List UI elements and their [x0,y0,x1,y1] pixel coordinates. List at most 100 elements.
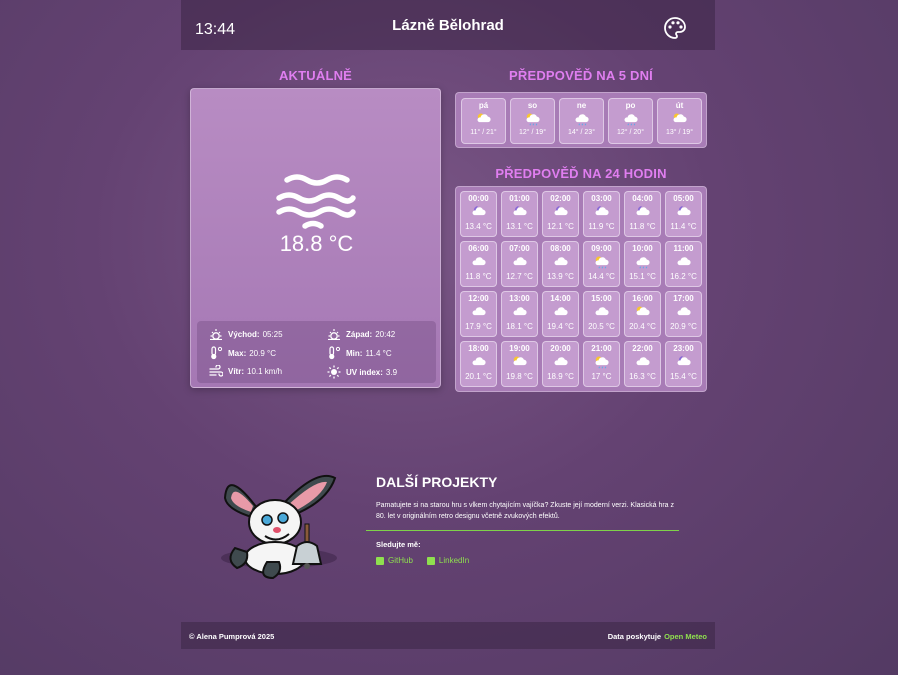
hour-time: 21:00 [591,344,612,353]
linkedin-label: LinkedIn [438,556,470,565]
hour-card: 13:00 18.1 °C [501,291,538,337]
hour-temp: 14.4 °C [588,272,615,281]
cloud-icon [513,307,527,316]
hour-temp: 13.9 °C [547,272,574,281]
hour-temp: 17.9 °C [465,322,492,331]
day-name: ne [576,101,587,110]
header: 13:44 Lázně Bělohrad [181,0,715,50]
hour-temp: 20.1 °C [465,372,492,381]
current-time: 13:44 [195,21,236,38]
hour-time: 17:00 [673,294,694,303]
forecast-24-hours: 00:00 13.4 °C 01:00 13.1 °C 02:00 12.1 °C 03:0… [455,186,707,392]
city-name: Lázně Bělohrad [392,16,504,34]
hour-time: 02:00 [550,194,571,203]
open-meteo-link[interactable]: Open Meteo [664,632,707,641]
hour-card: 14:00 19.4 °C [542,291,579,337]
hour-time: 04:00 [632,194,653,203]
day-card: pá 11° / 21° [461,98,506,144]
current-temperature: 18.8 °C [279,231,354,256]
linkedin-link[interactable]: LinkedIn [426,556,470,565]
day-name: po [625,101,636,110]
cloud-icon [513,257,527,266]
day-range: 12° / 19° [518,129,546,136]
day-card: ne 14° / 23° [559,98,604,144]
moon-cloud-icon [554,206,568,216]
cloud-icon [554,357,568,366]
day-card: út 13° / 19° [657,98,702,144]
hour-temp: 11.8 °C [465,272,492,281]
day-name: út [675,101,684,110]
cloud-icon [636,357,650,366]
copyright: © Alena Pumprová 2025 [189,632,275,641]
hour-card: 09:00 14.4 °C [583,241,620,287]
min-row: Min: 11.4 °C [327,346,392,360]
wind-label: Vítr: [228,366,244,376]
hour-card: 06:00 11.8 °C [460,241,497,287]
hour-temp: 20.4 °C [629,322,656,331]
moon-cloud-icon [513,206,527,216]
day-range: 11° / 21° [470,129,497,136]
sun-cloud-icon [477,113,491,123]
hour-card: 16:00 20.4 °C [624,291,661,337]
palette-icon[interactable] [663,16,687,40]
min-label: Min: [346,348,363,358]
hour-temp: 19.8 °C [506,372,533,381]
hour-time: 00:00 [468,194,489,203]
hour-card: 18:00 20.1 °C [460,341,497,387]
hour-time: 09:00 [591,244,612,253]
hour-temp: 19.4 °C [547,322,574,331]
hour-temp: 12.1 °C [547,222,574,231]
hour-time: 15:00 [591,294,612,303]
uv-sun-icon [327,365,341,379]
hour-time: 01:00 [509,194,530,203]
cloud-icon [677,307,691,316]
hour-card: 12:00 17.9 °C [460,291,497,337]
weather-app: 13:44 Lázně Bělohrad AKTUÁLNĚ PŘEDPOVĚĎ … [181,0,715,675]
min-value: 11.4 °C [365,348,392,358]
hour-card: 11:00 16.2 °C [665,241,702,287]
sunrise-row: Východ: 05:25 [209,328,283,340]
forecast-5-days: pá 11° / 21° so 12° / 19° ne 14° / 23° po 12° /… [455,92,707,148]
moon-cloud-icon [636,206,650,216]
cloud-icon [595,307,609,316]
hour-card: 23:00 15.4 °C [665,341,702,387]
moon-cloud-icon [595,206,609,216]
github-link[interactable]: GitHub [376,556,413,565]
max-label: Max: [228,348,247,358]
wind-value: 10.1 km/h [247,366,283,376]
bunny-mascot-image[interactable] [217,468,341,598]
credit-label: Data poskytuje [607,632,662,641]
hour-time: 05:00 [673,194,694,203]
wind-icon [209,365,223,377]
hour-temp: 20.9 °C [670,322,697,331]
hour-card: 01:00 13.1 °C [501,191,538,237]
day-name: so [527,101,538,110]
hour-temp: 16.2 °C [670,272,697,281]
day-range: 14° / 23° [567,129,595,136]
sun-cloud-icon [636,306,650,316]
hour-temp: 15.1 °C [629,272,656,281]
hour-card: 15:00 20.5 °C [583,291,620,337]
thermometer-hot-icon [211,346,223,360]
cloud-icon [472,357,486,366]
footer: © Alena Pumprová 2025 Data poskytuje Open… [181,622,715,649]
cloud-rain-icon [636,257,650,269]
cloud-rain-icon [575,114,589,126]
hour-temp: 11.8 °C [629,222,656,231]
data-credit: Data poskytuje Open Meteo [608,632,707,641]
cloud-icon [677,257,691,266]
thermometer-cold-icon [329,346,341,360]
hour-temp: 18.1 °C [506,322,533,331]
current-weather-card: 18.8 °C Východ: 05:25 Západ: 20:42 Max: … [190,88,441,388]
day-range: 13° / 19° [665,129,693,136]
day-name: pá [478,101,489,110]
sunrise-label: Východ: [228,329,260,339]
sunset-label: Západ: [346,329,373,339]
hour-temp: 17 °C [591,372,612,381]
cloud-icon [554,257,568,266]
hourly-title: PŘEDPOVĚĎ NA 24 HODIN [495,166,667,181]
hour-temp: 11.9 °C [588,222,615,231]
sunset-row: Západ: 20:42 [327,328,395,340]
hour-time: 14:00 [550,294,571,303]
github-icon [376,556,384,565]
